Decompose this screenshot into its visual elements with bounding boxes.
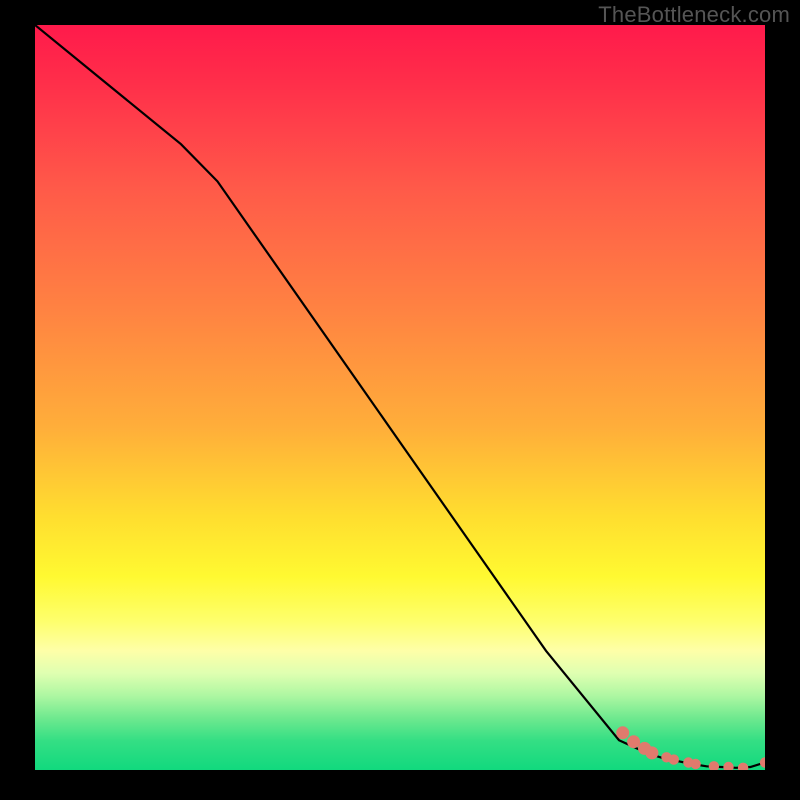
- marker-point: [760, 757, 765, 767]
- marker-point: [627, 735, 640, 748]
- highlighted-points-group: [616, 726, 765, 770]
- marker-point: [723, 762, 733, 770]
- chart-stage: TheBottleneck.com: [0, 0, 800, 800]
- marker-point: [690, 759, 700, 769]
- bottleneck-curve-svg: [35, 25, 765, 770]
- watermark-text: TheBottleneck.com: [598, 2, 790, 28]
- marker-point: [645, 746, 658, 759]
- marker-point: [616, 726, 629, 739]
- marker-point: [709, 761, 719, 770]
- marker-point: [738, 763, 748, 770]
- marker-point: [669, 754, 679, 764]
- bottleneck-curve-path: [35, 25, 765, 768]
